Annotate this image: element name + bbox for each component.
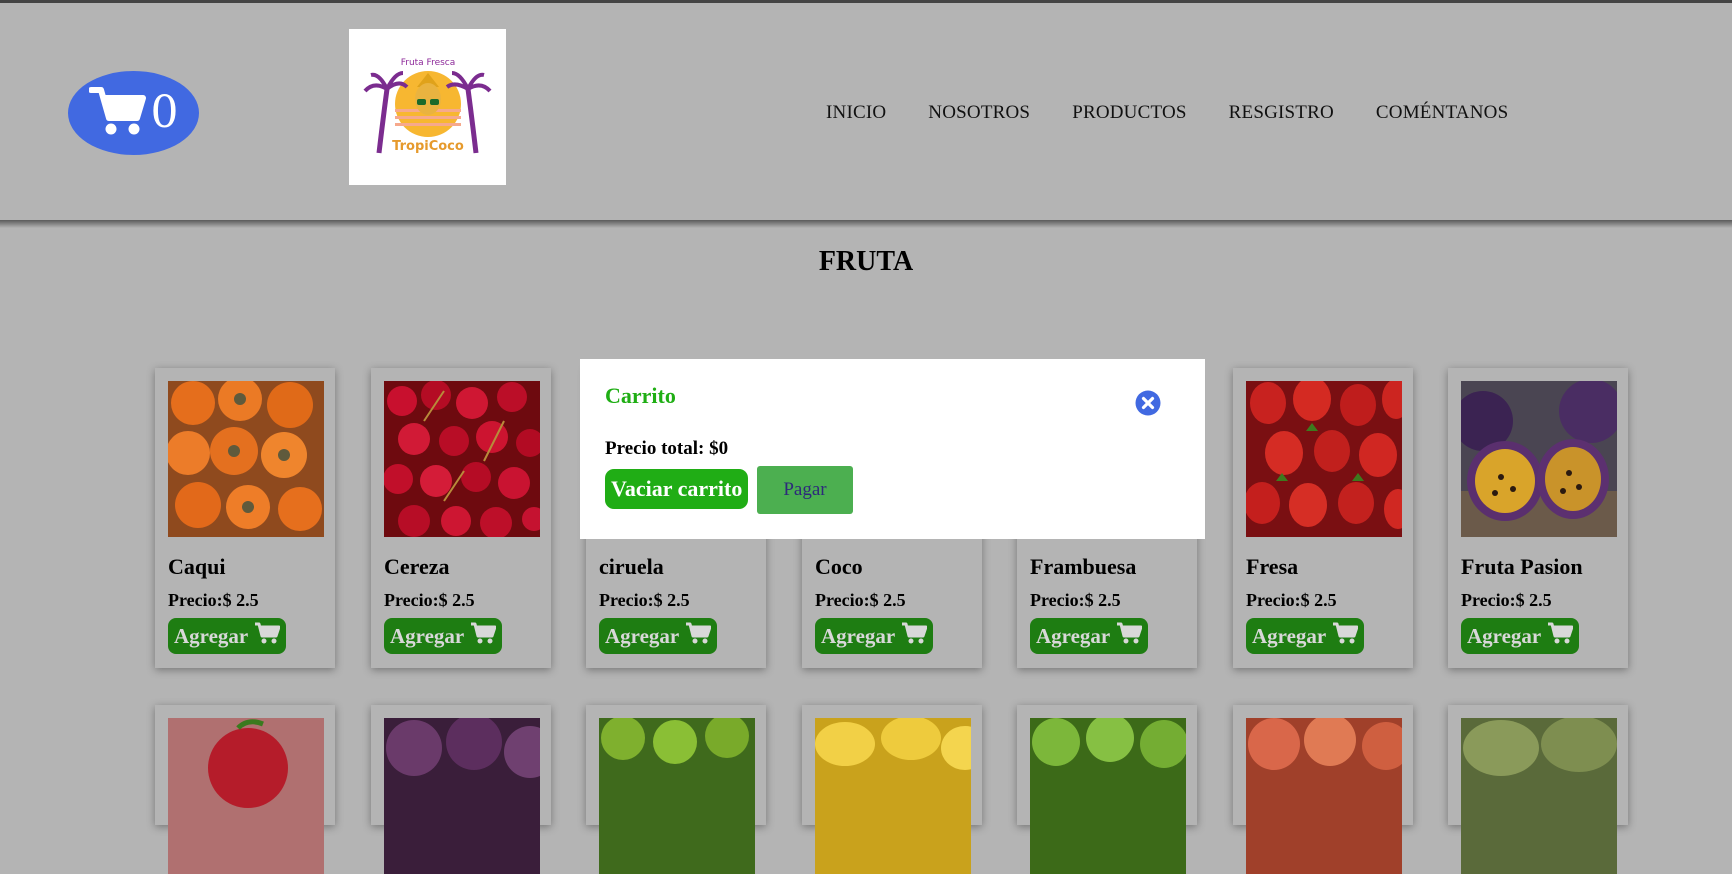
product-image xyxy=(1246,718,1402,874)
product-image xyxy=(384,718,540,874)
add-to-cart-button[interactable]: Agregar xyxy=(1246,618,1365,654)
cart-icon xyxy=(254,622,281,650)
product-card xyxy=(802,705,982,874)
product-card xyxy=(371,705,551,874)
product-image-fresa xyxy=(1246,381,1402,537)
product-image xyxy=(1461,718,1617,874)
product-name: Fresa xyxy=(1246,554,1299,579)
product-price: Precio:$ 2.5 xyxy=(384,590,475,610)
logo-bottom-text: TropiCoco xyxy=(392,139,464,154)
product-card: Fruta Pasion Precio:$ 2.5 Agregar xyxy=(1448,368,1628,668)
product-name: Frambuesa xyxy=(1030,554,1137,579)
cart-icon xyxy=(87,84,147,142)
header-shadow xyxy=(0,220,1732,228)
product-card: Cereza Precio:$ 2.5 Agregar xyxy=(371,368,551,668)
cart-button[interactable]: 0 xyxy=(68,71,199,155)
product-image xyxy=(599,718,755,874)
add-to-cart-button[interactable]: Agregar xyxy=(1030,618,1149,654)
cart-modal: Carrito Precio total: $0 Vaciar carrito … xyxy=(580,359,1205,539)
product-image-cereza xyxy=(384,381,540,537)
logo-top-text: Fruta Fresca xyxy=(401,58,456,68)
cart-icon xyxy=(901,622,928,650)
product-price: Precio:$ 2.5 xyxy=(1246,590,1337,610)
cart-icon xyxy=(1547,622,1574,650)
product-card: Caqui Precio:$ 2.5 Agregar xyxy=(155,368,335,668)
product-price: Precio:$ 2.5 xyxy=(1030,590,1121,610)
product-image xyxy=(815,718,971,874)
main-nav: INICIO NOSOTROS PRODUCTOS RESGISTRO COMÉ… xyxy=(826,102,1508,124)
nav-link-productos[interactable]: PRODUCTOS xyxy=(1072,102,1186,124)
product-image-fruta-pasion xyxy=(1461,381,1617,537)
cart-icon xyxy=(685,622,712,650)
empty-cart-button[interactable]: Vaciar carrito xyxy=(605,469,749,509)
cart-count: 0 xyxy=(150,87,179,138)
cart-modal-title: Carrito xyxy=(605,383,676,408)
add-to-cart-button[interactable]: Agregar xyxy=(168,618,287,654)
product-name: ciruela xyxy=(599,554,664,579)
product-card xyxy=(586,705,766,874)
nav-link-inicio[interactable]: INICIO xyxy=(826,102,886,124)
product-price: Precio:$ 2.5 xyxy=(599,590,690,610)
product-card: Fresa Precio:$ 2.5 Agregar xyxy=(1233,368,1413,668)
cart-icon xyxy=(1116,622,1143,650)
product-name: Fruta Pasion xyxy=(1461,554,1583,579)
cart-icon xyxy=(470,622,497,650)
product-name: Coco xyxy=(815,554,863,579)
add-to-cart-button[interactable]: Agregar xyxy=(815,618,934,654)
product-card xyxy=(1448,705,1628,874)
product-name: Cereza xyxy=(384,554,450,579)
site-logo[interactable]: Fruta Fresca TropiCoco xyxy=(349,29,506,185)
product-price: Precio:$ 2.5 xyxy=(815,590,906,610)
site-header: 0 Fruta Fresca TropiCoco INICIO NOSOTROS… xyxy=(0,3,1732,222)
product-card xyxy=(155,705,335,874)
section-title: FRUTA xyxy=(818,246,914,277)
product-image-caqui xyxy=(168,381,324,537)
nav-link-comentanos[interactable]: COMÉNTANOS xyxy=(1376,102,1508,124)
cart-icon xyxy=(1332,622,1359,650)
close-icon[interactable] xyxy=(1135,390,1161,420)
add-to-cart-button[interactable]: Agregar xyxy=(599,618,718,654)
product-price: Precio:$ 2.5 xyxy=(1461,590,1552,610)
product-name: Caqui xyxy=(168,554,226,579)
product-card xyxy=(1233,705,1413,874)
nav-link-registro[interactable]: RESGISTRO xyxy=(1229,102,1334,124)
cart-total: Precio total: $0 xyxy=(605,438,729,459)
nav-link-nosotros[interactable]: NOSOTROS xyxy=(928,102,1030,124)
add-to-cart-button[interactable]: Agregar xyxy=(1461,618,1580,654)
pay-button[interactable]: Pagar xyxy=(757,466,853,514)
product-price: Precio:$ 2.5 xyxy=(168,590,259,610)
add-to-cart-button[interactable]: Agregar xyxy=(384,618,503,654)
product-image xyxy=(1030,718,1186,874)
product-image xyxy=(168,718,324,874)
product-card xyxy=(1017,705,1197,874)
